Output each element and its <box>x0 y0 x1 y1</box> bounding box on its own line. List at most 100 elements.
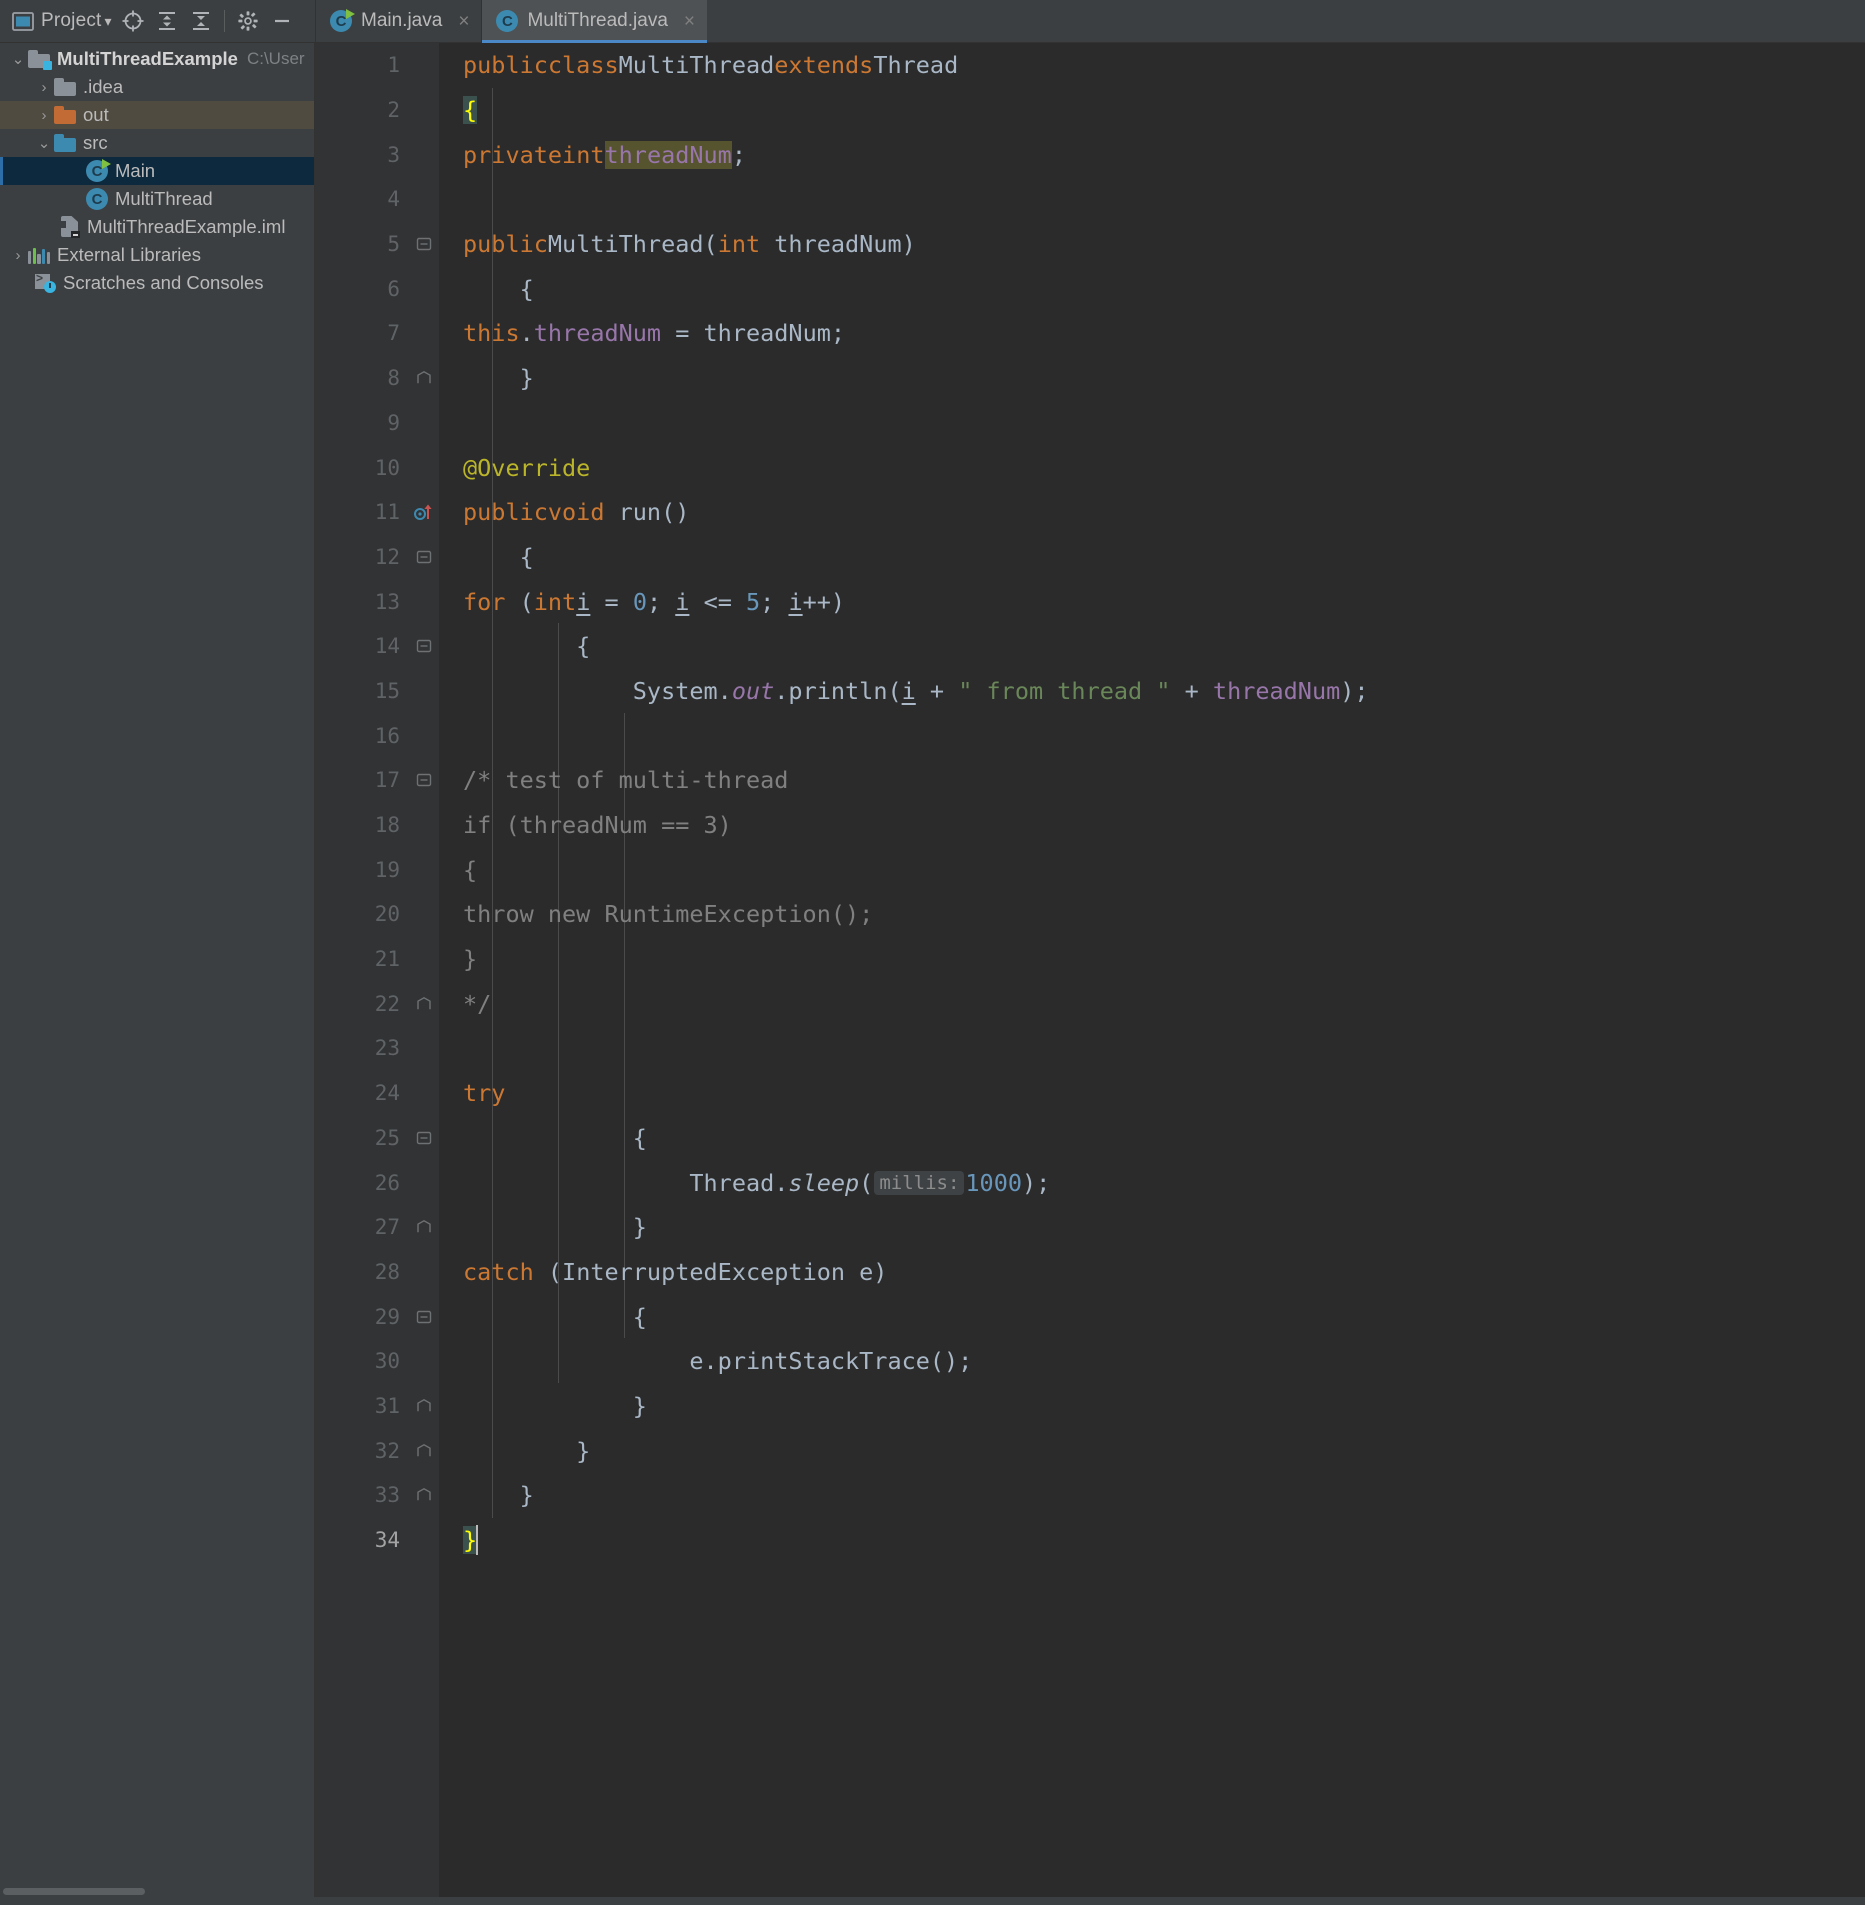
chevron-right-icon[interactable]: › <box>34 107 54 124</box>
fold-strip-cell[interactable] <box>408 445 439 490</box>
chevron-down-icon[interactable]: ⌄ <box>34 134 54 152</box>
gutter-line-number[interactable]: 11 <box>315 490 408 535</box>
gutter-line-number[interactable]: 28 <box>315 1250 408 1295</box>
fold-strip-cell[interactable] <box>408 1071 439 1116</box>
gutter-line-number[interactable]: 30 <box>315 1339 408 1384</box>
gutter-line-number[interactable]: 29 <box>315 1294 408 1339</box>
gutter-line-number[interactable]: 20 <box>315 892 408 937</box>
fold-end-icon[interactable] <box>408 981 439 1026</box>
gutter-line-number[interactable]: 22 <box>315 981 408 1026</box>
fold-end-icon[interactable] <box>408 356 439 401</box>
gutter-line-number[interactable]: 31 <box>315 1384 408 1429</box>
fold-collapse-icon[interactable] <box>408 535 439 580</box>
gutter-line-number[interactable]: 14 <box>315 624 408 669</box>
tree-node-main[interactable]: C Main <box>0 157 314 185</box>
gutter-line-number[interactable]: 23 <box>315 1026 408 1071</box>
top-row: Project ▾ C Main.java × C MultiThread.ja… <box>0 0 1865 43</box>
fold-strip-cell[interactable] <box>408 1160 439 1205</box>
gutter-line-number[interactable]: 12 <box>315 535 408 580</box>
gutter-line-number[interactable]: 18 <box>315 803 408 848</box>
gutter-line-number[interactable]: 4 <box>315 177 408 222</box>
tree-node-src[interactable]: ⌄ src <box>0 129 314 157</box>
tree-horizontal-scrollbar[interactable] <box>3 1888 145 1895</box>
fold-strip-cell[interactable] <box>408 713 439 758</box>
gutter-line-number[interactable]: 33 <box>315 1473 408 1518</box>
gutter-line-number[interactable]: 5 <box>315 222 408 267</box>
gutter-line-number[interactable]: 8 <box>315 356 408 401</box>
gutter-line-number[interactable]: 13 <box>315 579 408 624</box>
gutter-line-number[interactable]: 17 <box>315 758 408 803</box>
gutter-line-number[interactable]: 10 <box>315 445 408 490</box>
tree-node-out[interactable]: › out <box>0 101 314 129</box>
fold-strip-cell[interactable] <box>408 847 439 892</box>
editor-tab-main-java[interactable]: C Main.java × <box>315 0 482 42</box>
fold-strip-cell[interactable] <box>408 401 439 446</box>
fold-collapse-icon[interactable] <box>408 1116 439 1161</box>
gutter-line-number[interactable]: 27 <box>315 1205 408 1250</box>
tree-node-external-libraries[interactable]: › External Libraries <box>0 241 314 269</box>
collapse-all-icon[interactable] <box>186 6 216 36</box>
fold-strip-cell[interactable] <box>408 579 439 624</box>
close-icon[interactable]: × <box>684 12 695 31</box>
gutter-line-number[interactable]: 9 <box>315 401 408 446</box>
fold-strip-cell[interactable] <box>408 803 439 848</box>
editor-code-area[interactable]: public class MultiThread extends Thread … <box>439 43 1865 1897</box>
fold-strip-cell[interactable] <box>408 669 439 714</box>
gutter-line-number[interactable]: 19 <box>315 847 408 892</box>
fold-strip-cell[interactable] <box>408 1339 439 1384</box>
fold-strip-cell[interactable] <box>408 1250 439 1295</box>
fold-end-icon[interactable] <box>408 1205 439 1250</box>
close-icon[interactable]: × <box>458 12 469 31</box>
tree-node-multithread[interactable]: C MultiThread <box>0 185 314 213</box>
gutter-line-number[interactable]: 24 <box>315 1071 408 1116</box>
tree-node-scratches-and-consoles[interactable]: Scratches and Consoles <box>0 269 314 297</box>
fold-strip-cell[interactable] <box>408 177 439 222</box>
editor-tab-multithread-java[interactable]: C MultiThread.java × <box>481 0 707 43</box>
hide-toolwindow-icon[interactable] <box>267 6 297 36</box>
tree-node-multithreadexample[interactable]: ⌄ MultiThreadExample C:\User <box>0 45 314 73</box>
gutter-line-number[interactable]: 6 <box>315 266 408 311</box>
chevron-right-icon[interactable]: › <box>8 247 28 264</box>
fold-strip-cell[interactable] <box>408 132 439 177</box>
editor-gutter[interactable]: 1 2 3 4 5 6 7 8 9 10 11 12 13 14 15 16 17 18 19 20 21 22 23 24 2… <box>315 43 408 1897</box>
gutter-line-number[interactable]: 3 <box>315 132 408 177</box>
fold-strip-cell[interactable] <box>408 1026 439 1071</box>
fold-strip-cell[interactable] <box>408 311 439 356</box>
gutter-line-number[interactable]: 1 <box>315 43 408 88</box>
fold-collapse-icon[interactable] <box>408 222 439 267</box>
fold-collapse-icon[interactable] <box>408 1294 439 1339</box>
editor-fold-strip[interactable] <box>408 43 439 1897</box>
gutter-line-number[interactable]: 25 <box>315 1116 408 1161</box>
fold-collapse-icon[interactable] <box>408 624 439 669</box>
expand-all-icon[interactable] <box>152 6 182 36</box>
gutter-line-number[interactable]: 7 <box>315 311 408 356</box>
gutter-line-number[interactable]: 21 <box>315 937 408 982</box>
fold-strip-cell[interactable] <box>408 1518 439 1563</box>
fold-strip-cell[interactable] <box>408 43 439 88</box>
tree-node-idea[interactable]: › .idea <box>0 73 314 101</box>
project-toolwindow-title[interactable]: Project ▾ <box>10 8 114 34</box>
chevron-down-icon[interactable]: ⌄ <box>8 50 28 68</box>
gutter-line-number[interactable]: 34 <box>315 1518 408 1563</box>
gutter-line-number[interactable]: 15 <box>315 669 408 714</box>
override-method-icon[interactable] <box>408 490 439 535</box>
fold-collapse-icon[interactable] <box>408 758 439 803</box>
gear-icon[interactable] <box>233 6 263 36</box>
gutter-line-number[interactable]: 32 <box>315 1428 408 1473</box>
fold-end-icon[interactable] <box>408 1428 439 1473</box>
fold-strip-cell[interactable] <box>408 266 439 311</box>
chevron-down-icon[interactable]: ▾ <box>105 13 112 30</box>
gutter-line-number[interactable]: 2 <box>315 88 408 133</box>
fold-strip-cell[interactable] <box>408 937 439 982</box>
locate-icon[interactable] <box>118 6 148 36</box>
fold-strip-cell[interactable] <box>408 892 439 937</box>
fold-end-icon[interactable] <box>408 1473 439 1518</box>
tree-node-iml-file[interactable]: MultiThreadExample.iml <box>0 213 314 241</box>
fold-end-icon[interactable] <box>408 1384 439 1429</box>
fold-strip-cell[interactable] <box>408 88 439 133</box>
project-tree[interactable]: ⌄ MultiThreadExample C:\User › .idea › o… <box>0 43 315 1897</box>
gutter-line-number[interactable]: 16 <box>315 713 408 758</box>
code-editor[interactable]: 1 2 3 4 5 6 7 8 9 10 11 12 13 14 15 16 17 18 19 20 21 22 23 24 2… <box>315 43 1865 1897</box>
gutter-line-number[interactable]: 26 <box>315 1160 408 1205</box>
chevron-right-icon[interactable]: › <box>34 79 54 96</box>
